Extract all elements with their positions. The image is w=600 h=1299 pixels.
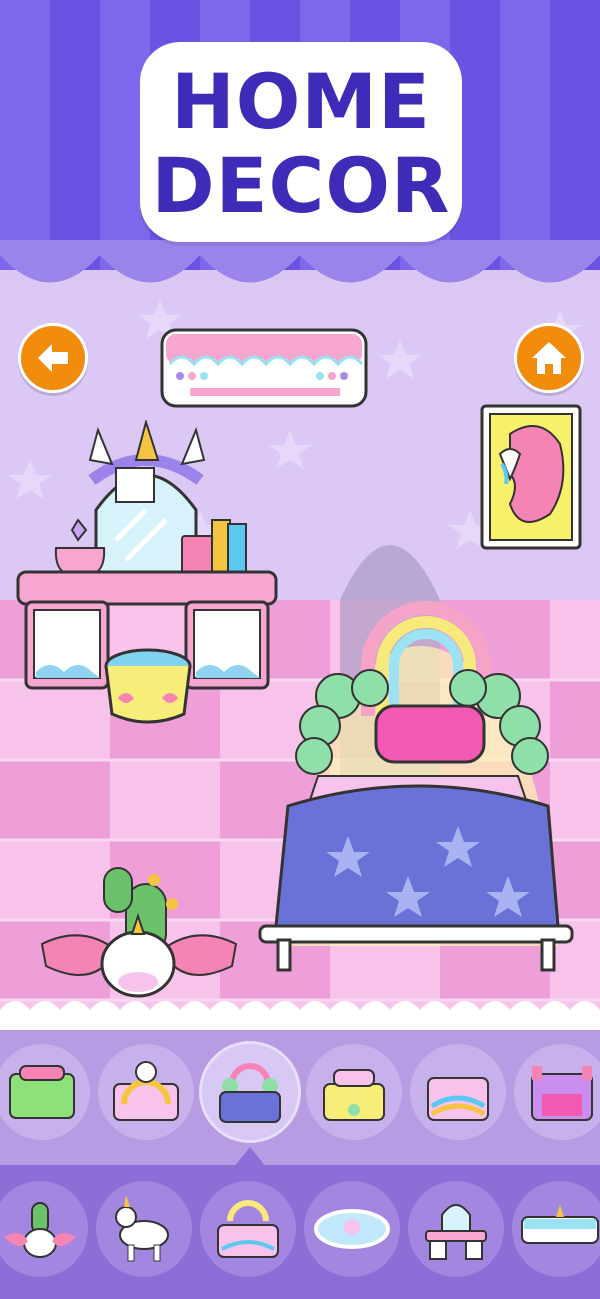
back-button[interactable] <box>18 323 88 393</box>
category-unicorn-toy[interactable] <box>96 1181 192 1277</box>
unicorn-star-bed-thumb <box>323 1069 385 1121</box>
bed-option-2[interactable] <box>98 1044 194 1140</box>
title-line-1: HOME <box>171 57 431 146</box>
home-button[interactable] <box>514 323 584 393</box>
stool-art <box>104 648 192 724</box>
category-air-conditioner[interactable] <box>512 1181 600 1277</box>
categories-tray <box>0 1147 600 1299</box>
rainbow-bed[interactable] <box>258 596 574 980</box>
rug-icon <box>314 1209 390 1249</box>
green-bed-thumb <box>9 1065 75 1119</box>
category-bed[interactable] <box>200 1181 296 1277</box>
rainbow-bed-art <box>258 601 574 972</box>
bed-option-5[interactable] <box>410 1044 506 1140</box>
category-rug[interactable] <box>304 1181 400 1277</box>
purple-castle-bed-thumb <box>531 1066 593 1121</box>
rainbow-unicorn-bed-thumb <box>113 1061 179 1121</box>
bed-icon <box>217 1200 279 1258</box>
category-plant[interactable] <box>0 1181 88 1277</box>
unicorn-portrait-art <box>480 404 582 550</box>
bed-option-6[interactable] <box>514 1044 600 1140</box>
air-conditioner[interactable] <box>160 328 368 414</box>
title-line-2: DECOR <box>151 141 451 230</box>
bed-option-3[interactable] <box>202 1044 298 1140</box>
plant-icon <box>4 1202 76 1258</box>
home-icon <box>532 342 566 374</box>
bed-option-1[interactable] <box>0 1044 90 1140</box>
unicorn-toy-icon <box>115 1195 169 1262</box>
air-conditioner-icon <box>521 1205 599 1244</box>
unicorn-planter-art <box>40 867 238 998</box>
pink-rainbow-bed-thumb <box>427 1077 489 1121</box>
unicorn-planter[interactable] <box>38 864 240 1004</box>
stool[interactable] <box>102 648 194 730</box>
rainbow-cloud-bed-thumb <box>219 1063 281 1123</box>
vanity-icon <box>425 1204 487 1260</box>
selected-category-pointer <box>234 1147 266 1167</box>
back-arrow-icon <box>38 344 68 372</box>
unicorn-portrait[interactable] <box>480 404 582 554</box>
bed-option-4[interactable] <box>306 1044 402 1140</box>
title-badge: HOME DECOR <box>140 42 462 242</box>
bed-options-tray <box>0 1030 600 1165</box>
category-vanity[interactable] <box>408 1181 504 1277</box>
air-conditioner-art <box>160 328 368 408</box>
